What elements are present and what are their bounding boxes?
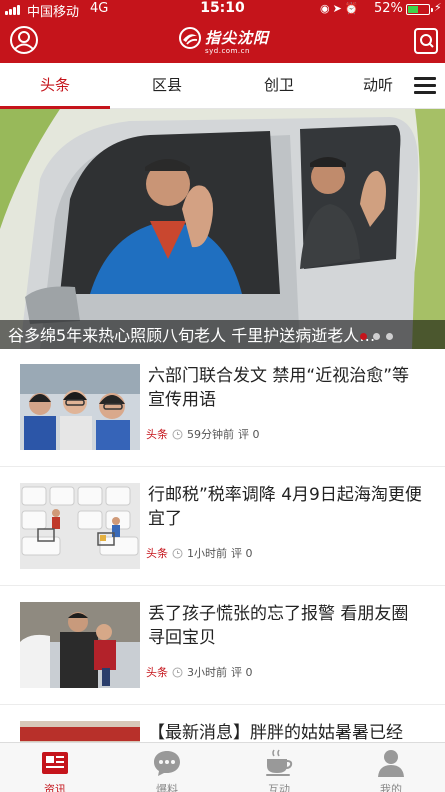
clock-icon <box>172 548 183 558</box>
news-icon <box>42 752 68 774</box>
news-time: 59分钟前 <box>187 428 234 441</box>
news-item[interactable]: 丢了孩子慌张的忘了报警 看朋友圈寻回宝贝 头条 3小时前 评 0 <box>0 587 445 705</box>
battery-percent: 52% <box>374 1 403 16</box>
banner-photo <box>0 109 445 349</box>
battery-icon <box>406 4 433 15</box>
tab-sanitation[interactable]: 创卫 <box>224 63 334 107</box>
news-thumbnail <box>20 483 140 569</box>
system-status-icons: ◉➤⏰ <box>320 2 362 15</box>
chat-icon <box>154 751 180 776</box>
news-title: 丢了孩子慌张的忘了报警 看朋友圈寻回宝贝 <box>148 604 409 648</box>
nav-label: 资讯 <box>44 783 66 792</box>
person-icon <box>378 750 404 777</box>
pager-dot <box>386 333 393 340</box>
news-thumbnail <box>20 602 140 688</box>
menu-icon[interactable] <box>414 76 438 94</box>
user-icon[interactable] <box>9 25 39 55</box>
tab-headlines[interactable]: 头条 <box>0 63 110 107</box>
news-comments: 评 0 <box>231 547 253 560</box>
pager-dot <box>360 333 367 340</box>
news-title: 行邮税”税率调降 4月9日起海淘更便宜了 <box>148 485 422 529</box>
app-header: 指尖沈阳 syd.com.cn <box>0 19 445 63</box>
pager-dot <box>373 333 380 340</box>
bottom-nav: 资讯 爆料 互动 我的 <box>0 742 445 792</box>
coffee-icon <box>266 749 293 776</box>
clock-icon <box>172 429 183 439</box>
nav-label: 互动 <box>268 783 290 792</box>
news-tag: 头条 <box>146 428 168 441</box>
hero-banner[interactable]: 谷多绵5年来热心照顾八旬老人 千里护送病逝老人… <box>0 109 445 349</box>
news-meta: 头条 1小时前 评 0 <box>146 545 253 561</box>
nav-interact[interactable]: 互动 <box>239 743 319 792</box>
news-time: 3小时前 <box>187 666 227 679</box>
news-comments: 评 0 <box>238 428 260 441</box>
news-item[interactable]: 六部门联合发文 禁用“近视治愈”等宣传用语 头条 59分钟前 评 0 <box>0 349 445 467</box>
news-meta: 头条 59分钟前 评 0 <box>146 426 260 442</box>
news-item[interactable]: 行邮税”税率调降 4月9日起海淘更便宜了 头条 1小时前 评 0 <box>0 468 445 586</box>
news-tag: 头条 <box>146 666 168 679</box>
clock-icon <box>172 667 183 677</box>
banner-pager <box>360 333 393 340</box>
tab-districts[interactable]: 区县 <box>112 63 222 107</box>
news-meta: 头条 3小时前 评 0 <box>146 664 253 680</box>
scan-icon[interactable] <box>414 28 438 54</box>
nav-label: 爆料 <box>156 783 178 792</box>
nav-news[interactable]: 资讯 <box>15 743 95 792</box>
logo-url: syd.com.cn <box>205 47 250 55</box>
news-tag: 头条 <box>146 547 168 560</box>
app-logo: 指尖沈阳 syd.com.cn <box>175 25 275 59</box>
channel-tabs: 头条 区县 创卫 动听 <box>0 63 445 109</box>
status-bar: 中国移动 4G 15:10 ◉➤⏰ 52% ⚡ <box>0 0 445 20</box>
nav-label: 我的 <box>380 783 402 792</box>
charging-icon: ⚡ <box>434 1 442 14</box>
logo-name: 指尖沈阳 <box>205 29 270 47</box>
news-time: 1小时前 <box>187 547 227 560</box>
logo-mark-icon <box>179 27 201 49</box>
nav-report[interactable]: 爆料 <box>127 743 207 792</box>
news-comments: 评 0 <box>231 666 253 679</box>
news-title: 六部门联合发文 禁用“近视治愈”等宣传用语 <box>148 366 410 410</box>
battery-fill <box>408 6 418 13</box>
news-thumbnail <box>20 364 140 450</box>
nav-profile[interactable]: 我的 <box>351 743 431 792</box>
tab-audio[interactable]: 动听 <box>348 63 408 107</box>
